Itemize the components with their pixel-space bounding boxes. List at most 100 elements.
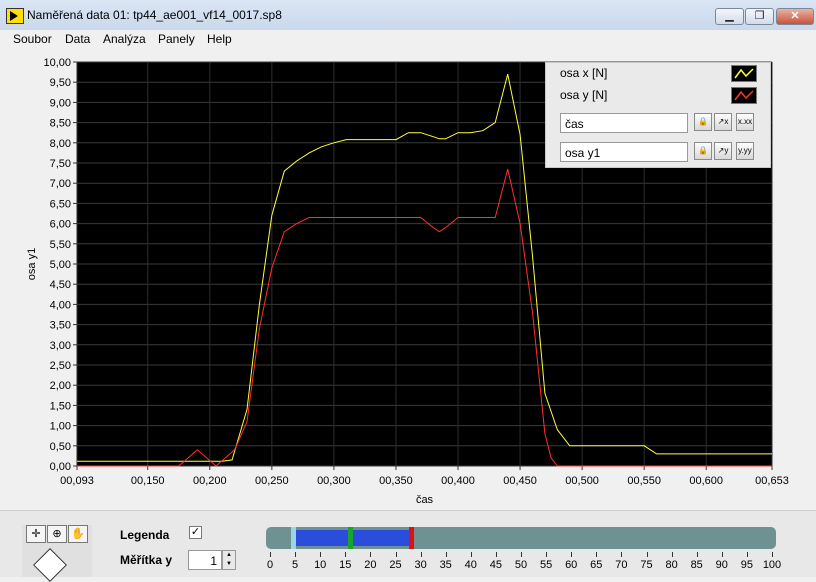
- range-slider[interactable]: [266, 527, 776, 549]
- x-tick-label: 00,350: [379, 475, 413, 487]
- slider-tick-mark: [495, 552, 497, 557]
- y-tick-label: 8,50: [50, 118, 71, 130]
- x-tick-label: 00,550: [627, 475, 661, 487]
- slider-tick-mark: [445, 552, 447, 557]
- slider-handle-1[interactable]: [290, 527, 296, 549]
- slider-tick-mark: [671, 552, 673, 557]
- legend-checkbox[interactable]: ✓: [189, 526, 202, 539]
- slider-tick-mark: [646, 552, 648, 557]
- autoscale-y-button[interactable]: ↗y: [714, 142, 732, 160]
- y-tick-label: 7,00: [50, 178, 71, 190]
- legend-swatch-osa-y[interactable]: [731, 87, 757, 104]
- x-tick-label: 00,600: [689, 475, 723, 487]
- zoom-icon: ⊕: [52, 528, 62, 540]
- y-tick-label: 4,00: [50, 299, 71, 311]
- lock-icon: 🔒: [698, 146, 708, 155]
- zoom-tool-button[interactable]: ⊕: [47, 525, 67, 543]
- bottom-panel: ✛ ⊕ ✋ Legenda ✓ Měřítka y 1 ▲ ▼ 0 5 10 15 20…: [0, 510, 816, 582]
- slider-tick-mark: [571, 552, 573, 557]
- slider-tick-mark: [696, 552, 698, 557]
- y-scale-spinner[interactable]: ▲ ▼: [222, 550, 236, 570]
- slider-tick-label: 70: [615, 559, 628, 571]
- y-tick-label: 10,00: [43, 57, 71, 69]
- pan-tool-button[interactable]: ✋: [68, 525, 88, 543]
- slider-tick-mark: [746, 552, 748, 557]
- slider-tick-mark: [546, 552, 548, 557]
- y-tick-label: 1,00: [50, 421, 71, 433]
- slider-tick-label: 35: [439, 559, 452, 571]
- slider-tick-mark: [345, 552, 347, 557]
- slider-tick-label: 90: [715, 559, 728, 571]
- slider-tick-label: 25: [389, 559, 402, 571]
- format-y-button[interactable]: y.yy: [736, 142, 754, 160]
- y-tick-label: 1,50: [50, 400, 71, 412]
- y-tick-label: 2,00: [50, 380, 71, 392]
- slider-tick-mark: [270, 552, 271, 557]
- slider-tick-mark: [320, 552, 322, 557]
- x-tick-label: 00,150: [131, 475, 165, 487]
- y-tick-label: 2,50: [50, 360, 71, 372]
- x-tick-label: 00,653: [755, 475, 789, 487]
- y-tick-label: 6,50: [50, 198, 71, 210]
- slider-tick-mark: [721, 552, 723, 557]
- slider-tick-label: 50: [514, 559, 528, 571]
- y-tick-label: 3,50: [50, 320, 71, 332]
- slider-tick-label: 55: [539, 559, 553, 571]
- legend-row-osa-y[interactable]: osa y [N]: [546, 85, 772, 107]
- legend-label-osa-x: osa x [N]: [560, 66, 608, 80]
- hand-icon: ✋: [71, 528, 85, 540]
- x-tick-label: 00,400: [441, 475, 475, 487]
- y-tick-label: 3,00: [50, 340, 71, 352]
- x-tick-label: 00,300: [317, 475, 351, 487]
- y-tick-label: 5,00: [50, 259, 71, 271]
- slider-tick-label: 40: [464, 559, 477, 571]
- y-tick-label: 6,00: [50, 219, 71, 231]
- format-x-button[interactable]: x.xx: [736, 113, 754, 131]
- increment-icon[interactable]: ▲: [223, 551, 235, 560]
- x-axis-label: čas: [416, 494, 434, 506]
- y-scale-input[interactable]: 1: [188, 550, 222, 570]
- legend-option-label: Legenda: [120, 528, 170, 542]
- x-tick-label: 00,250: [255, 475, 289, 487]
- slider-tick-label: 10: [314, 559, 327, 571]
- legend-swatch-osa-x[interactable]: [731, 65, 757, 82]
- slider-tick-label: 15: [339, 559, 352, 571]
- autoscale-x-button[interactable]: ↗x: [714, 113, 732, 131]
- slider-tick-mark: [370, 552, 372, 557]
- decrement-icon[interactable]: ▼: [223, 560, 235, 569]
- y-tick-label: 9,50: [50, 77, 71, 89]
- slider-tick-label: 85: [690, 559, 703, 571]
- slider-tick-mark: [420, 552, 422, 557]
- crosshair-icon: ✛: [31, 528, 41, 540]
- graph-palette: ✛ ⊕ ✋: [22, 525, 92, 582]
- slider-tick-mark: [395, 552, 397, 557]
- slider-tick-mark: [621, 552, 623, 557]
- x-tick-label: 00,500: [565, 475, 599, 487]
- scale-navigator-icon[interactable]: [33, 548, 67, 582]
- y-tick-label: 9,00: [50, 97, 71, 109]
- y-tick-label: 5,50: [50, 239, 71, 251]
- slider-tick-label: 100: [762, 559, 782, 571]
- x-tick-label: 00,450: [503, 475, 537, 487]
- y-tick-label: 0,00: [50, 461, 71, 473]
- format-y-icon: y.yy: [738, 146, 752, 155]
- checkmark-icon: ✓: [190, 526, 201, 538]
- slider-handle-3[interactable]: [408, 527, 414, 549]
- slider-tick-mark: [596, 552, 598, 557]
- slider-tick-mark: [772, 552, 773, 557]
- scale-name-osa-y1: osa y1: [560, 142, 688, 162]
- x-tick-label: 00,093: [60, 475, 94, 487]
- cursor-tool-button[interactable]: ✛: [26, 525, 46, 543]
- y-tick-label: 8,00: [50, 138, 71, 150]
- scale-lock-y-button[interactable]: 🔒: [694, 142, 712, 160]
- scale-lock-x-button[interactable]: 🔒: [694, 113, 712, 131]
- slider-tick-label: 0: [266, 559, 274, 571]
- y-scale-label: Měřítka y: [120, 553, 173, 567]
- slider-handle-2[interactable]: [348, 527, 354, 549]
- plot-legend: osa x [N] osa y [N] čas 🔒 ↗x x.xx osa y1…: [545, 62, 771, 168]
- legend-label-osa-y: osa y [N]: [560, 88, 608, 102]
- slider-tick-label: 5: [292, 559, 299, 571]
- slider-tick-label: 20: [364, 559, 377, 571]
- legend-row-osa-x[interactable]: osa x [N]: [546, 63, 772, 85]
- y-tick-label: 7,50: [50, 158, 71, 170]
